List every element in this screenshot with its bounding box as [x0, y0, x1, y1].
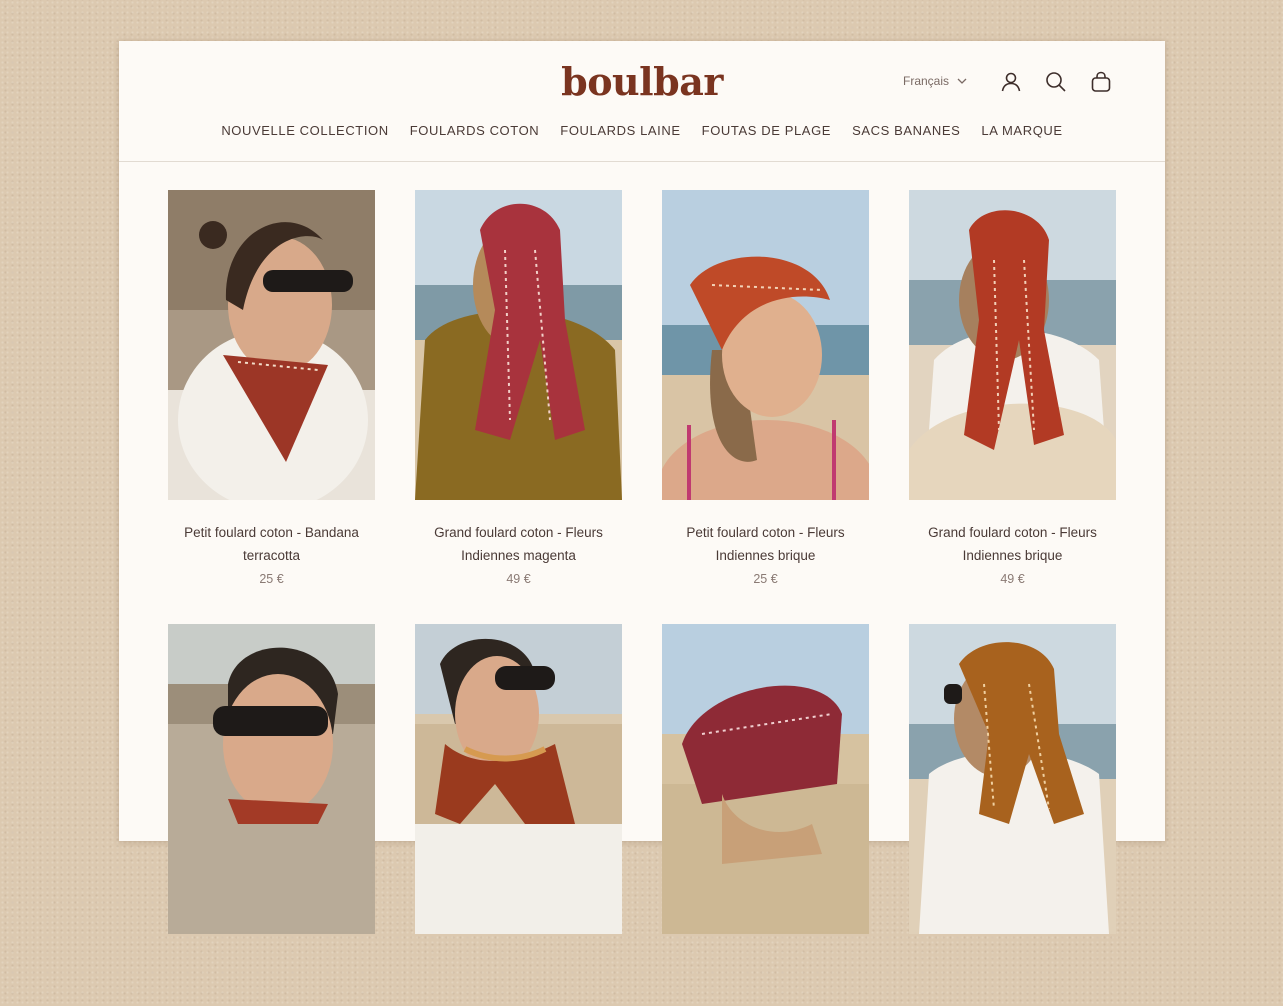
product-price: 25 € — [259, 572, 284, 586]
header-icons — [999, 70, 1113, 94]
nav-item-la-marque[interactable]: LA MARQUE — [971, 123, 1073, 138]
product-title[interactable]: Grand foulard coton - Fleurs Indiennes m… — [415, 521, 622, 567]
product-photo[interactable] — [662, 624, 869, 934]
account-icon[interactable] — [999, 70, 1023, 94]
product-card[interactable]: Grand foulard coton - Fleurs Indiennes m… — [415, 190, 622, 586]
search-icon[interactable] — [1044, 70, 1068, 94]
site-header: boulbar Français NOUVELLE COLLECTION FOU… — [119, 41, 1165, 162]
nav-item-foulards-coton[interactable]: FOULARDS COTON — [399, 123, 550, 138]
product-card[interactable] — [168, 624, 375, 1006]
product-card[interactable] — [909, 624, 1116, 1006]
language-selector[interactable]: Français — [903, 74, 967, 88]
product-photo[interactable] — [415, 190, 622, 500]
product-price: 49 € — [1000, 572, 1025, 586]
product-title[interactable] — [168, 955, 375, 1001]
product-card[interactable]: Petit foulard coton - Fleurs Indiennes b… — [662, 190, 869, 586]
product-card[interactable] — [415, 624, 622, 1006]
product-price: 49 € — [506, 572, 531, 586]
product-card[interactable]: Grand foulard coton - Fleurs Indiennes b… — [909, 190, 1116, 586]
product-title[interactable]: Petit foulard coton - Fleurs Indiennes b… — [662, 521, 869, 567]
bag-icon[interactable] — [1089, 70, 1113, 94]
product-card[interactable] — [662, 624, 869, 1006]
nav-item-foulards-laine[interactable]: FOULARDS LAINE — [550, 123, 691, 138]
nav-item-foutas-de-plage[interactable]: FOUTAS DE PLAGE — [691, 123, 841, 138]
chevron-down-icon — [957, 78, 967, 84]
product-photo[interactable] — [662, 190, 869, 500]
product-photo[interactable] — [168, 190, 375, 500]
product-title[interactable]: Grand foulard coton - Fleurs Indiennes b… — [909, 521, 1116, 567]
main-navigation: NOUVELLE COLLECTION FOULARDS COTON FOULA… — [119, 123, 1165, 138]
product-card[interactable]: Petit foulard coton - Bandana terracotta… — [168, 190, 375, 586]
product-photo[interactable] — [415, 624, 622, 934]
product-photo[interactable] — [909, 190, 1116, 500]
nav-item-sacs-bananes[interactable]: SACS BANANES — [842, 123, 971, 138]
product-photo[interactable] — [909, 624, 1116, 934]
nav-item-nouvelle-collection[interactable]: NOUVELLE COLLECTION — [211, 123, 399, 138]
product-grid: Petit foulard coton - Bandana terracotta… — [168, 190, 1116, 1006]
product-price: 25 € — [753, 572, 778, 586]
language-label: Français — [903, 74, 950, 88]
product-title[interactable] — [909, 955, 1116, 1001]
product-title[interactable] — [662, 955, 869, 1001]
product-photo[interactable] — [168, 624, 375, 934]
product-title[interactable] — [415, 955, 622, 1001]
product-title[interactable]: Petit foulard coton - Bandana terracotta — [168, 521, 375, 567]
store-page: boulbar Français NOUVELLE COLLECTION FOU… — [119, 41, 1165, 934]
